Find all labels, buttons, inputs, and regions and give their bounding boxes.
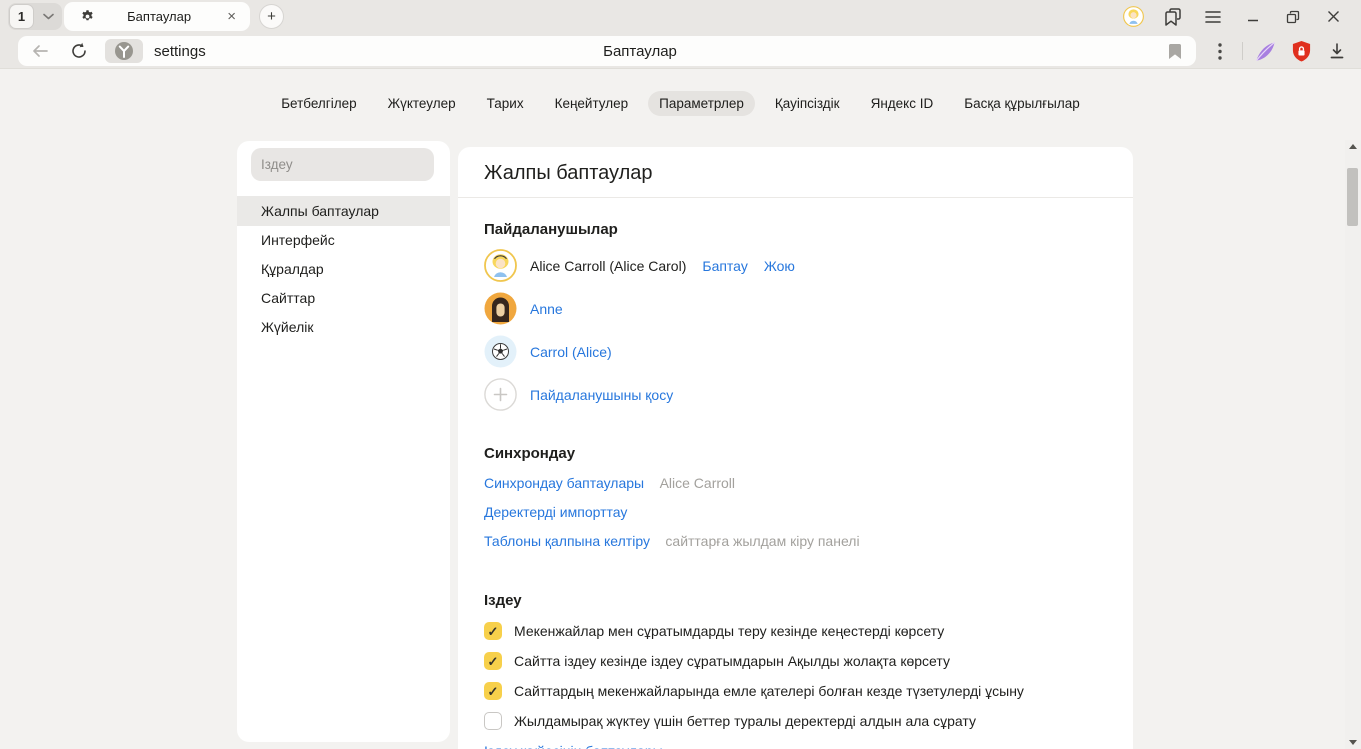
sidebar-item-general[interactable]: Жалпы баптаулар: [237, 196, 450, 226]
search-option-label: Мекенжайлар мен сұратымдарды теру кезінд…: [514, 623, 944, 639]
tabs-panel-icon[interactable]: [1153, 7, 1193, 27]
user-delete-link[interactable]: Жою: [764, 258, 795, 274]
feather-icon[interactable]: [1247, 39, 1283, 64]
search-option-label: Жылдамырақ жүктеу үшін беттер туралы дер…: [514, 713, 976, 729]
user-carrol-link[interactable]: Carrol (Alice): [530, 344, 612, 360]
site-badge-icon: [114, 41, 134, 61]
bookmark-icon[interactable]: [1168, 43, 1182, 60]
window-close-icon[interactable]: [1313, 10, 1353, 23]
search-heading: Іздеу: [484, 592, 1107, 610]
nav-tab-history[interactable]: Тарих: [476, 91, 535, 116]
add-user-row: Пайдаланушыны қосу: [484, 378, 1107, 411]
sidebar-item-tools[interactable]: Құралдар: [237, 255, 450, 284]
smartline-checkbox[interactable]: ✓: [484, 652, 502, 670]
browser-tab-settings[interactable]: Баптаулар ×: [64, 2, 250, 31]
soccer-ball-avatar: [484, 335, 517, 368]
import-data-link[interactable]: Деректерді импорттау: [484, 504, 627, 520]
search-option-row: ✓ Сайтта іздеу кезінде іздеу сұратымдары…: [484, 652, 1107, 670]
scroll-up-arrow-icon[interactable]: [1349, 144, 1357, 149]
omnibox-page-title: Баптаулар: [603, 43, 677, 60]
alice-avatar: [484, 249, 517, 282]
user-row-carrol: Carrol (Alice): [484, 335, 1107, 368]
more-dots-icon[interactable]: [1202, 43, 1238, 60]
nav-tab-other-devices[interactable]: Басқа құрылғылар: [953, 91, 1091, 116]
settings-page: Бетбелгілер Жүктеулер Тарих Кеңейтулер П…: [0, 70, 1361, 749]
search-engine-settings-link[interactable]: Іздеу жүйесінің баптаулары: [484, 743, 663, 749]
add-user-icon[interactable]: [484, 378, 517, 411]
back-icon[interactable]: [31, 43, 49, 59]
toolbar-divider: [1242, 42, 1243, 60]
anne-avatar: [484, 292, 517, 325]
settings-nav-tabs: Бетбелгілер Жүктеулер Тарих Кеңейтулер П…: [0, 91, 1361, 116]
user-row-alice: Alice Carroll (Alice Carol) Баптау Жою: [484, 249, 1107, 282]
title-divider: [458, 197, 1133, 198]
menu-icon[interactable]: [1193, 10, 1233, 24]
nav-tab-bookmarks[interactable]: Бетбелгілер: [270, 91, 367, 116]
nav-tab-downloads[interactable]: Жүктеулер: [377, 91, 467, 116]
page-scrollbar[interactable]: [1345, 140, 1361, 749]
prefetch-checkbox[interactable]: ✓: [484, 712, 502, 730]
checkmark-icon: ✓: [488, 685, 499, 698]
sidebar-item-sites[interactable]: Сайттар: [237, 284, 450, 313]
checkmark-icon: ✓: [488, 655, 499, 668]
address-row: settings Баптаулар: [0, 33, 1361, 69]
add-user-link[interactable]: Пайдаланушыны қосу: [530, 387, 673, 403]
tab-counter[interactable]: 1: [9, 4, 34, 29]
gear-icon: [80, 9, 95, 24]
nav-tab-settings[interactable]: Параметрлер: [648, 91, 755, 116]
checkmark-icon: ✓: [488, 625, 499, 638]
maximize-icon[interactable]: [1273, 10, 1313, 24]
search-option-label: Сайттардың мекенжайларында емле қателері…: [514, 683, 1024, 699]
sidebar-menu: Жалпы баптаулар Интерфейс Құралдар Сайтт…: [237, 196, 450, 342]
sidebar-item-system[interactable]: Жүйелік: [237, 313, 450, 342]
tab-counter-group[interactable]: 1: [8, 3, 62, 30]
tab-strip: 1 Баптаулар × +: [0, 0, 1361, 33]
nav-tab-extensions[interactable]: Кеңейтулер: [544, 91, 640, 116]
reload-icon[interactable]: [70, 42, 88, 60]
restore-tableau-row: Таблоны қалпына келтіру сайттарға жылдам…: [484, 533, 1107, 550]
settings-main-panel: Жалпы баптаулар Пайдаланушылар Alice Car…: [458, 147, 1133, 749]
sync-settings-link[interactable]: Синхрондау баптаулары: [484, 475, 644, 491]
search-option-row: ✓ Мекенжайлар мен сұратымдарды теру кезі…: [484, 622, 1107, 640]
sync-heading: Синхрондау: [484, 445, 1107, 463]
tab-title: Баптаулар: [95, 9, 223, 24]
user-row-anne: Anne: [484, 292, 1107, 325]
protect-shield-icon[interactable]: [1283, 40, 1319, 63]
suggestions-checkbox[interactable]: ✓: [484, 622, 502, 640]
new-tab-button[interactable]: +: [259, 4, 284, 29]
settings-sidebar: Жалпы баптаулар Интерфейс Құралдар Сайтт…: [237, 141, 450, 742]
search-option-row: ✓ Сайттардың мекенжайларында емле қателе…: [484, 682, 1107, 700]
nav-tab-yandex-id[interactable]: Яндекс ID: [860, 91, 945, 116]
address-bar[interactable]: settings Баптаулар: [18, 36, 1196, 66]
profile-avatar-icon[interactable]: [1113, 6, 1153, 27]
search-option-row: ✓ Жылдамырақ жүктеу үшін беттер туралы д…: [484, 712, 1107, 730]
sidebar-item-interface[interactable]: Интерфейс: [237, 226, 450, 255]
search-option-label: Сайтта іздеу кезінде іздеу сұратымдарын …: [514, 653, 950, 669]
download-icon[interactable]: [1319, 42, 1355, 60]
tab-close-icon[interactable]: ×: [223, 7, 240, 26]
scroll-down-arrow-icon[interactable]: [1349, 740, 1357, 745]
import-data-row: Деректерді импорттау: [484, 504, 1107, 521]
chevron-down-icon[interactable]: [34, 13, 62, 20]
nav-tab-security[interactable]: Қауіпсіздік: [764, 91, 851, 116]
page-title: Жалпы баптаулар: [484, 160, 1107, 186]
sync-settings-row: Синхрондау баптаулары Alice Carroll: [484, 475, 1107, 492]
typo-fix-checkbox[interactable]: ✓: [484, 682, 502, 700]
site-badge[interactable]: [105, 39, 143, 63]
restore-tableau-link[interactable]: Таблоны қалпына келтіру: [484, 533, 650, 549]
url-text[interactable]: settings: [154, 43, 206, 60]
user-configure-link[interactable]: Баптау: [702, 258, 747, 274]
user-anne-link[interactable]: Anne: [530, 301, 563, 317]
user-name: Alice Carroll (Alice Carol): [530, 258, 686, 274]
scrollbar-thumb[interactable]: [1347, 168, 1358, 226]
users-heading: Пайдаланушылар: [484, 221, 1107, 239]
search-input[interactable]: [251, 148, 434, 181]
minimize-icon[interactable]: [1233, 11, 1273, 23]
restore-tableau-note: сайттарға жылдам кіру панелі: [665, 533, 859, 549]
sync-account-note: Alice Carroll: [660, 475, 735, 491]
